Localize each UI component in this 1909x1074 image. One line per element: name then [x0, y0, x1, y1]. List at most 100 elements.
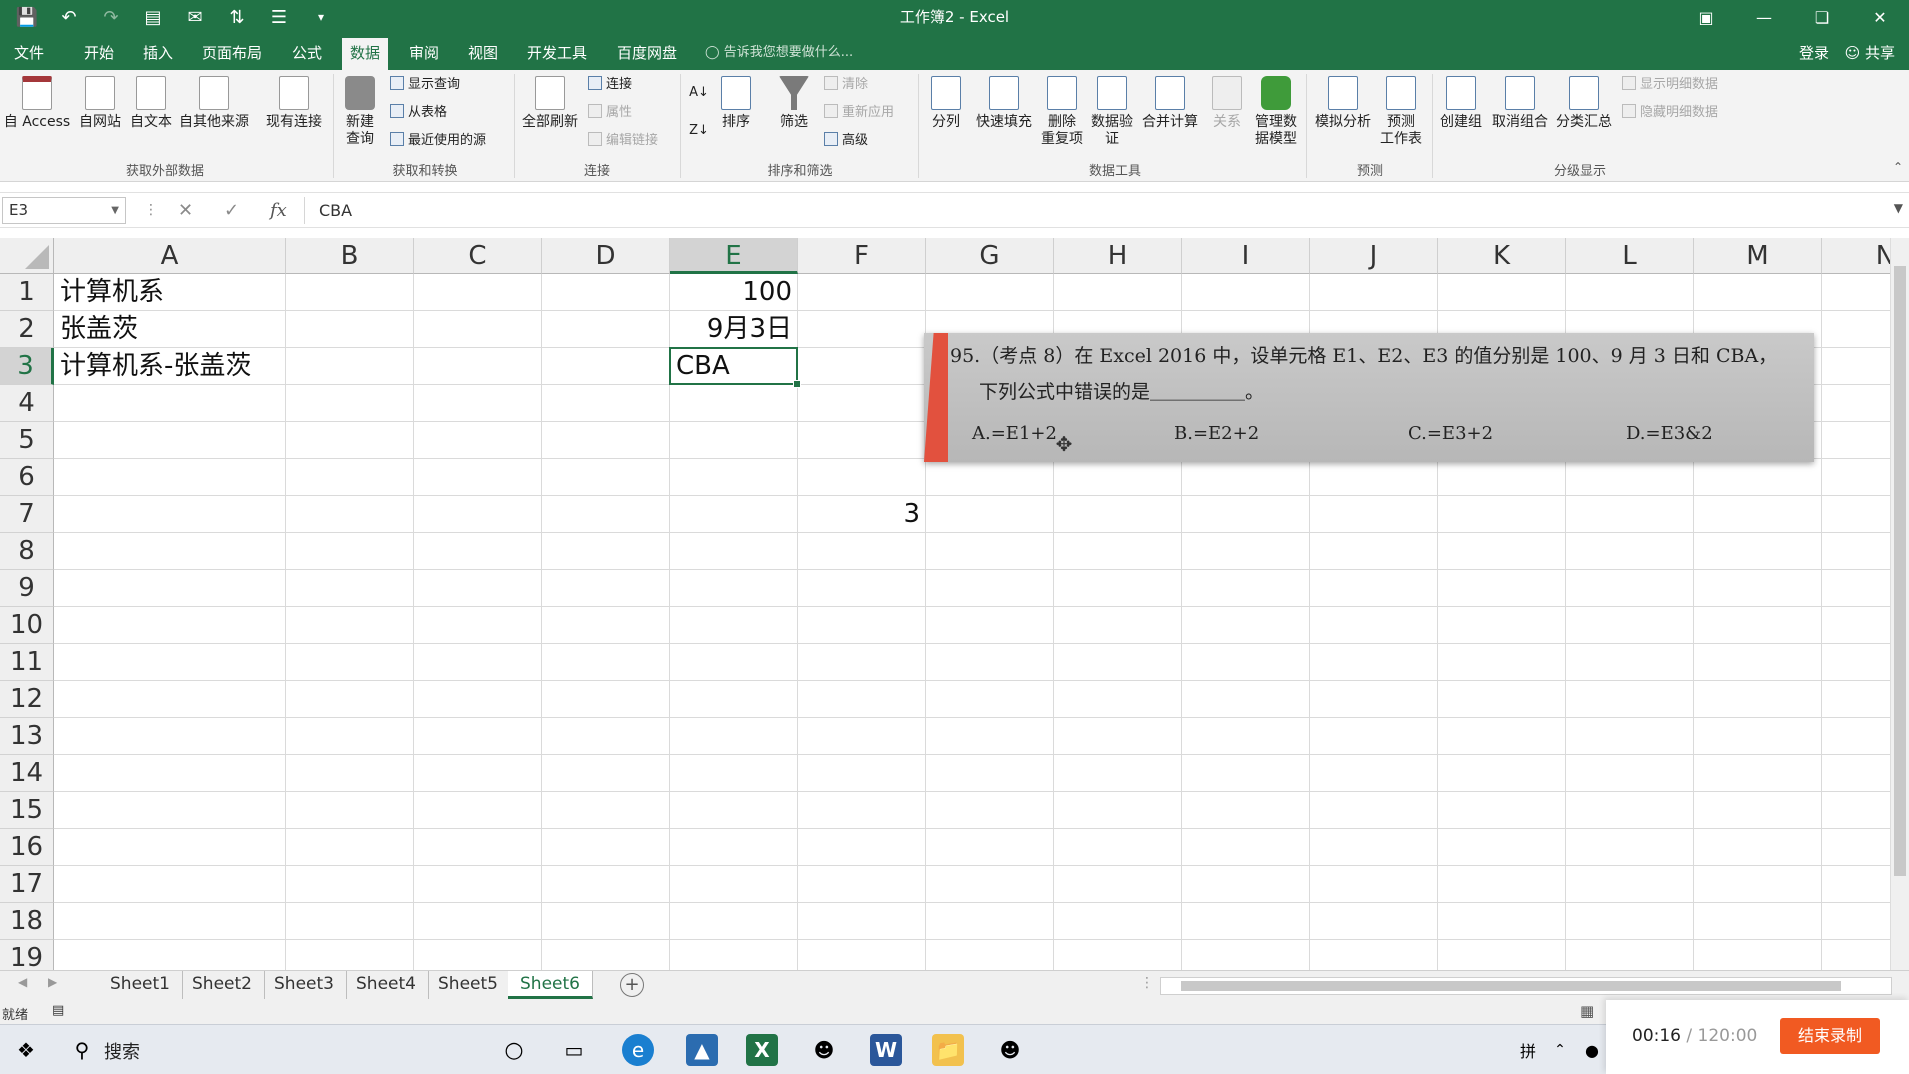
select-all-button[interactable]	[0, 238, 54, 274]
column-header-i[interactable]: I	[1182, 238, 1310, 274]
tab-insert[interactable]: 插入	[135, 38, 181, 70]
row-header-2[interactable]: 2	[0, 311, 54, 348]
sort-icon[interactable]: ⇅	[216, 0, 258, 34]
existing-connections-button[interactable]: 现有连接	[262, 76, 326, 131]
redo-icon[interactable]: ↷	[90, 0, 132, 34]
reapply-button[interactable]: 重新应用	[824, 100, 894, 126]
vertical-scroll-thumb[interactable]	[1894, 266, 1906, 876]
sheet-tab-3[interactable]: Sheet3	[262, 971, 347, 999]
tab-baidu-netdisk[interactable]: 百度网盘	[609, 38, 685, 70]
scroll-right-icon[interactable]: ▶	[48, 975, 57, 989]
cancel-icon[interactable]: ✕	[178, 197, 193, 224]
vertical-scrollbar[interactable]	[1890, 238, 1909, 970]
row-header-7[interactable]: 7	[0, 496, 54, 533]
row-header-3[interactable]: 3	[0, 348, 54, 385]
clear-filter-button[interactable]: 清除	[824, 72, 868, 98]
row-header-1[interactable]: 1	[0, 274, 54, 311]
search-icon[interactable]: ⚲	[66, 1034, 98, 1066]
tab-file[interactable]: 文件	[6, 38, 52, 70]
word-app-icon[interactable]: W	[870, 1034, 902, 1066]
add-sheet-icon[interactable]: +	[620, 973, 644, 997]
cell-f7[interactable]: 3	[802, 496, 926, 533]
group-button[interactable]: 创建组	[1436, 76, 1486, 131]
data-validation-button[interactable]: 数据验 证	[1088, 76, 1136, 148]
row-header-19[interactable]: 19	[0, 940, 54, 970]
restore-icon[interactable]: ❏	[1793, 0, 1851, 34]
column-header-n[interactable]: N	[1822, 238, 1890, 274]
column-header-b[interactable]: B	[286, 238, 414, 274]
chevron-down-icon[interactable]: ▼	[111, 198, 119, 223]
filter-button[interactable]: 筛选	[772, 76, 816, 131]
tab-page-layout[interactable]: 页面布局	[194, 38, 270, 70]
connections-button[interactable]: 连接	[588, 72, 632, 98]
from-other-button[interactable]: 自其他来源	[176, 76, 252, 131]
properties-button[interactable]: 属性	[588, 100, 632, 126]
recent-sources-button[interactable]: 最近使用的源	[390, 128, 486, 154]
horizontal-scrollbar[interactable]	[1160, 977, 1892, 995]
tab-splitter-icon[interactable]: ⋮	[1140, 975, 1154, 991]
undo-icon[interactable]: ↶	[48, 0, 90, 34]
row-header-9[interactable]: 9	[0, 570, 54, 607]
subtotal-button[interactable]: 分类汇总	[1552, 76, 1616, 131]
relationships-button[interactable]: 关系	[1206, 76, 1248, 131]
row-header-12[interactable]: 12	[0, 681, 54, 718]
save-icon[interactable]: 💾	[6, 0, 48, 34]
microphone-icon[interactable]: ●	[1576, 1034, 1608, 1066]
new-query-button[interactable]: 新建 查询	[338, 76, 382, 148]
sheet-tab-5[interactable]: Sheet5	[426, 971, 511, 999]
manage-data-model-button[interactable]: 管理数 据模型	[1252, 76, 1300, 148]
column-header-d[interactable]: D	[542, 238, 670, 274]
comment-icon[interactable]: ✉	[174, 0, 216, 34]
hide-detail-button[interactable]: 隐藏明细数据	[1622, 100, 1718, 126]
expand-formula-icon[interactable]: ▼	[1894, 201, 1903, 215]
tab-data[interactable]: 数据	[342, 38, 389, 70]
cell-a1[interactable]: 计算机系	[58, 274, 286, 311]
horizontal-scroll-thumb[interactable]	[1181, 981, 1841, 991]
tell-me-box[interactable]: ◯ 告诉我您想要做什么...	[705, 38, 853, 68]
column-header-g[interactable]: G	[926, 238, 1054, 274]
text-to-columns-button[interactable]: 分列	[926, 76, 966, 131]
row-header-17[interactable]: 17	[0, 866, 54, 903]
cortana-icon[interactable]: ○	[498, 1034, 530, 1066]
cell-a3[interactable]: 计算机系-张盖茨	[58, 348, 286, 385]
tab-formulas[interactable]: 公式	[284, 38, 330, 70]
row-header-13[interactable]: 13	[0, 718, 54, 755]
sheet-tab-4[interactable]: Sheet4	[344, 971, 429, 999]
stop-recording-button[interactable]: 结束录制	[1780, 1018, 1880, 1054]
from-access-button[interactable]: 自 Access	[2, 76, 72, 131]
tab-review[interactable]: 审阅	[401, 38, 447, 70]
tab-home[interactable]: 开始	[76, 38, 122, 70]
taskbar-search-label[interactable]: 搜索	[104, 1038, 140, 1064]
consolidate-button[interactable]: 合并计算	[1138, 76, 1202, 131]
row-header-5[interactable]: 5	[0, 422, 54, 459]
row-header-16[interactable]: 16	[0, 829, 54, 866]
from-table-button[interactable]: 从表格	[390, 100, 447, 126]
row-header-8[interactable]: 8	[0, 533, 54, 570]
show-queries-button[interactable]: 显示查询	[390, 72, 460, 98]
task-view-icon[interactable]: ▭	[558, 1034, 590, 1066]
column-header-k[interactable]: K	[1438, 238, 1566, 274]
flash-fill-button[interactable]: 快速填充	[972, 76, 1036, 131]
name-box[interactable]: E3 ▼	[2, 197, 126, 224]
row-header-15[interactable]: 15	[0, 792, 54, 829]
row-header-10[interactable]: 10	[0, 607, 54, 644]
ungroup-button[interactable]: 取消组合	[1488, 76, 1552, 131]
refresh-all-button[interactable]: 全部刷新	[518, 76, 582, 131]
sign-in-link[interactable]: 登录	[1799, 38, 1829, 68]
show-detail-button[interactable]: 显示明细数据	[1622, 72, 1718, 98]
qq-icon[interactable]: ☻	[808, 1034, 840, 1066]
minimize-icon[interactable]: —	[1735, 0, 1793, 34]
filter-list-icon[interactable]: ☰	[258, 0, 300, 34]
ime-indicator[interactable]: 拼	[1512, 1034, 1544, 1066]
share-button[interactable]: ☺ 共享	[1845, 38, 1895, 68]
excel-app-icon[interactable]: X	[746, 1034, 778, 1066]
cell-e1[interactable]: 100	[674, 274, 798, 311]
formula-input[interactable]: CBA	[304, 197, 1879, 224]
sheet-tab-6[interactable]: Sheet6	[508, 971, 593, 999]
tab-view[interactable]: 视图	[460, 38, 506, 70]
row-header-6[interactable]: 6	[0, 459, 54, 496]
scroll-left-icon[interactable]: ◀	[18, 975, 27, 989]
file-explorer-icon[interactable]: 📁	[932, 1034, 964, 1066]
customize-qat-icon[interactable]: ▾	[300, 0, 342, 34]
column-header-c[interactable]: C	[414, 238, 542, 274]
